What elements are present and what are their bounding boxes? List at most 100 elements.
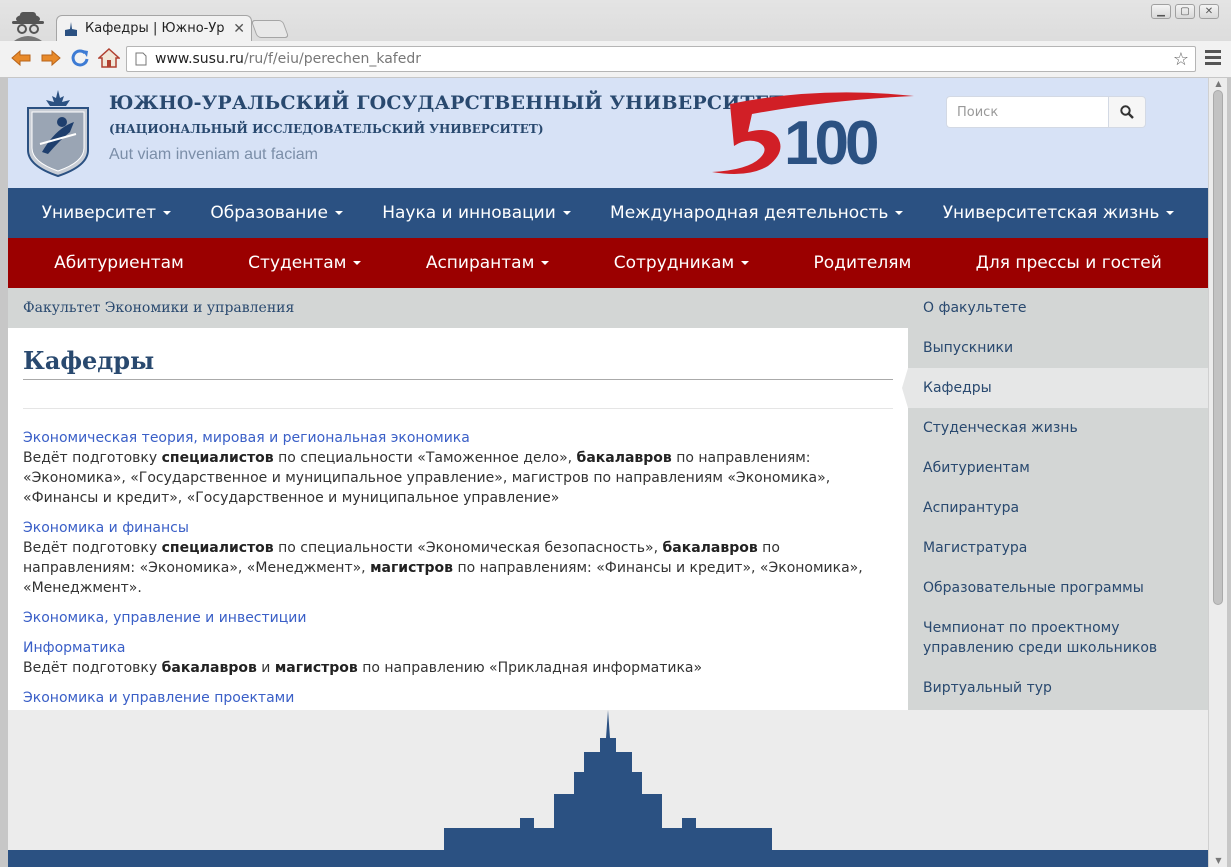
faculty-sidebar: О факультете Выпускники Кафедры Студенче…	[902, 288, 1208, 710]
close-window-icon[interactable]: ✕	[1199, 4, 1219, 19]
5-100-logo-icon[interactable]: 100	[708, 90, 918, 175]
bookmark-star-icon[interactable]: ☆	[1173, 49, 1189, 70]
search-button[interactable]	[1108, 96, 1146, 128]
nav-label: Международная деятельность	[610, 203, 889, 223]
nav-item-staff[interactable]: Сотрудникам	[613, 253, 750, 273]
scrollbar-thumb[interactable]	[1213, 90, 1223, 605]
department-link[interactable]: Экономика и управление проектами	[23, 688, 893, 708]
nav-item-education[interactable]: Образование	[210, 203, 343, 223]
nav-item-international[interactable]: Международная деятельность	[610, 203, 904, 223]
nav-item-students[interactable]: Студентам	[248, 253, 362, 273]
maximize-icon[interactable]: ▢	[1175, 4, 1195, 19]
department-link[interactable]: Экономическая теория, мировая и регионал…	[23, 428, 893, 448]
description-bold: бакалавров	[161, 660, 257, 676]
nav-label: Родителям	[813, 253, 912, 273]
breadcrumb-faculty-link[interactable]: Факультет Экономики и управления	[23, 300, 294, 316]
list-item: Экономика и финансы Ведёт подготовку спе…	[23, 518, 893, 598]
list-item: Экономическая теория, мировая и регионал…	[23, 428, 893, 508]
sidebar-item-applicants[interactable]: Абитуриентам	[908, 448, 1208, 488]
forward-arrow-icon	[41, 49, 61, 67]
search-icon	[1120, 105, 1134, 119]
caret-down-icon	[334, 211, 343, 215]
scroll-up-icon[interactable]: ▲	[1209, 78, 1228, 90]
sidebar-item-championship[interactable]: Чемпионат по проектному управлению среди…	[908, 608, 1208, 668]
sidebar-item-postgraduate[interactable]: Аспирантура	[908, 488, 1208, 528]
browser-menu-icon[interactable]	[1205, 50, 1221, 66]
sidebar-item-virtual-tour[interactable]: Виртуальный тур	[908, 668, 1208, 708]
nav-item-postgraduates[interactable]: Аспирантам	[426, 253, 550, 273]
university-name: ЮЖНО-УРАЛЬСКИЙ ГОСУДАРСТВЕННЫЙ УНИВЕРСИТ…	[109, 92, 784, 114]
address-bar[interactable]: www.susu.ru/ru/f/eiu/perechen_kafedr ☆	[126, 46, 1196, 72]
new-tab-button[interactable]	[250, 20, 290, 38]
sidebar-item-about[interactable]: О факультете	[908, 288, 1208, 328]
window-edge	[1227, 78, 1231, 867]
forward-button[interactable]	[38, 45, 64, 71]
window-controls: ▁ ▢ ✕	[1151, 4, 1219, 19]
browser-tab-active[interactable]: Кафедры | Южно-Ур ✕	[56, 15, 252, 41]
scroll-down-icon[interactable]: ▼	[1209, 855, 1228, 867]
page-title: Кафедры	[23, 346, 155, 375]
description-text: Ведёт подготовку	[23, 540, 162, 556]
caret-down-icon	[163, 211, 172, 215]
university-motto: Aut viam inveniam aut faciam	[109, 146, 318, 163]
university-subtitle: (НАЦИОНАЛЬНЫЙ ИССЛЕДОВАТЕЛЬСКИЙ УНИВЕРСИ…	[109, 122, 544, 136]
nav-item-science[interactable]: Наука и инновации	[382, 203, 571, 223]
description-text: и	[256, 660, 275, 676]
nav-label: Сотрудникам	[613, 253, 735, 273]
sidebar-item-masters[interactable]: Магистратура	[908, 528, 1208, 568]
description-text: Ведёт подготовку	[23, 660, 162, 676]
browser-chrome: Кафедры | Южно-Ур ✕ ▁ ▢ ✕ www.susu.ru /r…	[0, 0, 1231, 77]
description-bold: магистров	[274, 660, 358, 676]
search-form	[946, 96, 1146, 128]
nav-item-parents[interactable]: Родителям	[814, 253, 912, 273]
svg-text:100: 100	[784, 109, 877, 175]
back-button[interactable]	[8, 45, 34, 71]
minimize-icon[interactable]: ▁	[1151, 4, 1171, 19]
nav-label: Наука и инновации	[382, 203, 556, 223]
university-emblem-icon[interactable]	[22, 88, 94, 178]
browser-toolbar: www.susu.ru/ru/f/eiu/perechen_kafedr ☆	[0, 41, 1231, 77]
caret-down-icon	[562, 211, 571, 215]
nav-item-applicants[interactable]: Абитуриентам	[54, 253, 184, 273]
description-text: по специальности «Экономическая безопасн…	[273, 540, 663, 556]
main-content: Кафедры Экономическая теория, мировая и …	[8, 328, 908, 710]
department-link[interactable]: Информатика	[23, 638, 893, 658]
list-item: Экономика и управление проектами	[23, 688, 893, 708]
sidebar-item-departments[interactable]: Кафедры	[902, 368, 1208, 408]
caret-down-icon	[353, 261, 362, 265]
reload-icon	[71, 49, 89, 67]
nav-label: Абитуриентам	[54, 253, 184, 273]
nav-label: Аспирантам	[425, 253, 535, 273]
nav-item-university[interactable]: Университет	[41, 203, 172, 223]
department-link[interactable]: Экономика и финансы	[23, 518, 893, 538]
section-divider	[23, 408, 893, 409]
description-bold: магистров	[370, 560, 454, 576]
tab-title: Кафедры | Южно-Ур	[85, 21, 225, 36]
department-link[interactable]: Экономика, управление и инвестиции	[23, 608, 893, 628]
nav-item-university-life[interactable]: Университетская жизнь	[943, 203, 1175, 223]
home-icon	[98, 48, 120, 68]
sidebar-item-programs[interactable]: Образовательные программы	[908, 568, 1208, 608]
nav-label: Университетская жизнь	[942, 203, 1160, 223]
description-text: по направлению «Прикладная информатика»	[357, 660, 703, 676]
description-bold: специалистов	[161, 450, 274, 466]
description-text: по специальности «Таможенное дело»,	[273, 450, 577, 466]
nav-label: Образование	[210, 203, 328, 223]
sidebar-item-alumni[interactable]: Выпускники	[908, 328, 1208, 368]
reload-button[interactable]	[67, 45, 93, 71]
home-button[interactable]	[96, 45, 122, 71]
vertical-scrollbar[interactable]: ▲ ▼	[1208, 78, 1227, 867]
nav-label: Студентам	[248, 253, 347, 273]
department-list: Экономическая теория, мировая и регионал…	[23, 428, 893, 718]
footer	[8, 710, 1208, 867]
description-bold: бакалавров	[662, 540, 758, 556]
primary-nav: Университет Образование Наука и инноваци…	[8, 188, 1208, 238]
description-text: Ведёт подготовку	[23, 450, 162, 466]
caret-down-icon	[741, 261, 750, 265]
tab-close-icon[interactable]: ✕	[233, 21, 245, 37]
nav-item-press[interactable]: Для прессы и гостей	[976, 253, 1162, 273]
caret-down-icon	[541, 261, 550, 265]
nav-label: Университет	[41, 203, 157, 223]
search-input[interactable]	[946, 96, 1108, 128]
sidebar-item-student-life[interactable]: Студенческая жизнь	[908, 408, 1208, 448]
